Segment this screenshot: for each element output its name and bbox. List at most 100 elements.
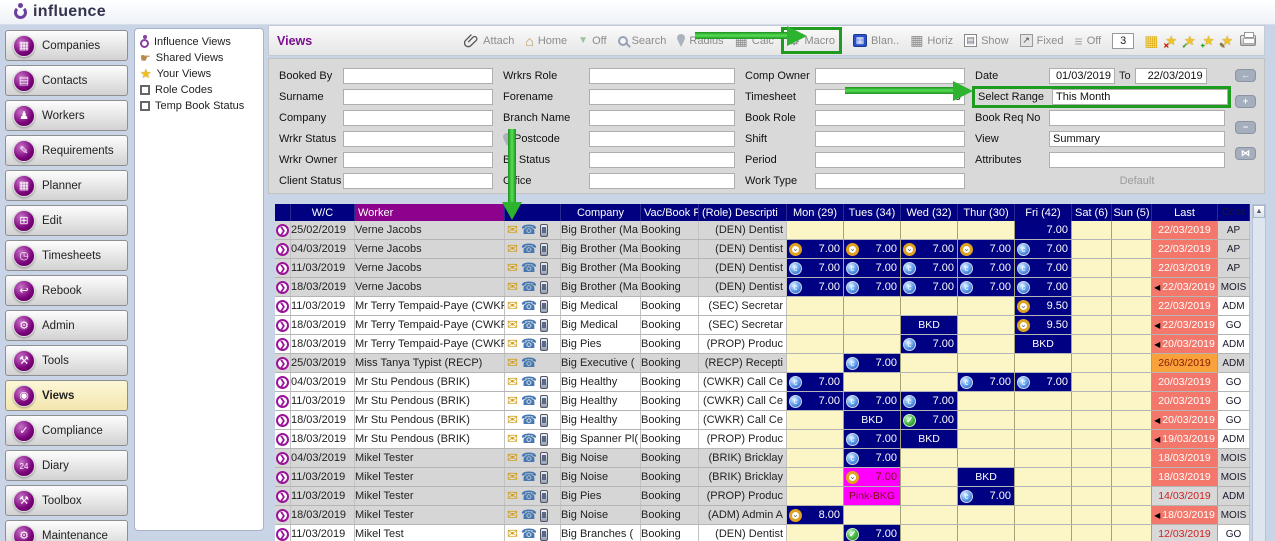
day-cell-tue[interactable]: c 7.00 (844, 354, 901, 372)
day-cell-thu[interactable] (958, 506, 1015, 524)
toolbar-item-home[interactable]: ⌂ Home (525, 33, 567, 49)
day-cell-thu[interactable]: c 7.00 (958, 278, 1015, 296)
table-row[interactable]: ❯ 18/03/2019 Mr Terry Tempaid-Paye (CWKR) ✉… (275, 335, 1250, 354)
star-red-x-icon[interactable]: ★ ✕ (1163, 33, 1177, 50)
day-cell-sat[interactable] (1072, 525, 1112, 541)
mobile-icon[interactable] (540, 432, 549, 446)
back-button[interactable]: ← (1235, 69, 1256, 82)
row-expand-icon[interactable]: ❯ (276, 242, 289, 256)
day-cell-thu[interactable]: ⌄ 7.00 (958, 240, 1015, 258)
table-row[interactable]: ❯ 11/03/2019 Mr Terry Tempaid-Paye (CWKR) ✉… (275, 297, 1250, 316)
row-expand-icon[interactable]: ❯ (276, 508, 289, 522)
table-row[interactable]: ❯ 11/03/2019 Mikel Tester ✉ ☎ Big Pies Booking… (275, 487, 1250, 506)
table-row[interactable]: ❯ 18/03/2019 Mikel Tester ✉ ☎ Big Noise Bookin… (275, 506, 1250, 525)
day-cell-sat[interactable] (1072, 449, 1112, 467)
day-cell-wed[interactable]: BKD (901, 430, 958, 448)
mobile-icon[interactable] (540, 413, 549, 427)
day-cell-sun[interactable] (1112, 373, 1152, 391)
day-cell-fri[interactable]: c 7.00 (1015, 373, 1072, 391)
row-expand-icon[interactable]: ❯ (276, 470, 289, 484)
grid-header-w-c[interactable]: W/C (291, 204, 355, 221)
day-cell-wed[interactable]: BKD (901, 316, 958, 334)
grid-header-worker[interactable]: Worker (355, 204, 505, 221)
day-cell-thu[interactable]: c 7.00 (958, 487, 1015, 505)
envelope-icon[interactable]: ✉ (507, 526, 518, 541)
envelope-icon[interactable]: ✉ (507, 222, 518, 238)
envelope-icon[interactable]: ✉ (507, 469, 518, 485)
day-cell-tue[interactable] (844, 373, 901, 391)
phone-icon[interactable]: ☎ (521, 431, 537, 447)
mobile-icon[interactable] (540, 470, 549, 484)
link-button[interactable]: ⋈ (1235, 147, 1256, 160)
filter-input-comp-owner[interactable] (815, 68, 965, 84)
day-cell-sat[interactable] (1072, 259, 1112, 277)
day-cell-sat[interactable] (1072, 487, 1112, 505)
toolbar-item-calc[interactable]: ▦ Calc (735, 32, 774, 49)
grid-header-last[interactable]: Last (1152, 204, 1218, 221)
views-panel-item-influence-views[interactable]: Influence Views (138, 34, 260, 50)
envelope-icon[interactable]: ✉ (507, 279, 518, 295)
day-cell-tue[interactable]: c 7.00 (844, 278, 901, 296)
day-cell-fri[interactable]: BKD (1015, 335, 1072, 353)
day-cell-wed[interactable] (901, 354, 958, 372)
date-to-input[interactable] (1134, 68, 1207, 84)
day-cell-fri[interactable]: ⌄ 9.50 (1015, 297, 1072, 315)
star-green-check-icon[interactable]: ★ ✓ (1182, 33, 1196, 50)
sidebar-item-toolbox[interactable]: ⚒ Toolbox (5, 485, 128, 516)
row-expand-icon[interactable]: ❯ (276, 413, 289, 427)
phone-icon[interactable]: ☎ (521, 241, 537, 257)
row-expand-icon[interactable]: ❯ (276, 451, 289, 465)
date-from-input[interactable] (1049, 68, 1115, 84)
filter-input-company[interactable] (343, 110, 493, 126)
toolbar-item-attach[interactable]: Attach (464, 33, 514, 48)
filter-input-forename[interactable] (589, 89, 735, 105)
views-panel-item-your-views[interactable]: ★ Your Views (138, 66, 260, 82)
day-cell-wed[interactable]: c 7.00 (901, 392, 958, 410)
toolbar-item-horiz[interactable]: ▦ Horiz (910, 32, 953, 49)
phone-icon[interactable]: ☎ (521, 412, 537, 428)
row-expand-icon[interactable]: ❯ (276, 280, 289, 294)
mobile-icon[interactable] (540, 318, 549, 332)
sidebar-item-workers[interactable]: ♟ Workers (5, 100, 128, 131)
filter-input-bk-status[interactable] (589, 152, 735, 168)
mobile-icon[interactable] (540, 242, 549, 256)
table-row[interactable]: ❯ 18/03/2019 Mr Terry Tempaid-Paye (CWKR) ✉… (275, 316, 1250, 335)
day-cell-mon[interactable]: c 7.00 (787, 373, 844, 391)
envelope-icon[interactable]: ✉ (507, 260, 518, 276)
day-cell-fri[interactable] (1015, 468, 1072, 486)
day-cell-sun[interactable] (1112, 506, 1152, 524)
toolbar-item-show[interactable]: ▤ Show (964, 34, 1009, 47)
day-cell-tue[interactable]: c 7.00 (844, 430, 901, 448)
views-panel-item-temp-book-status[interactable]: Temp Book Status (138, 98, 260, 114)
day-cell-tue[interactable]: ⌄ 7.00 (844, 240, 901, 258)
day-cell-thu[interactable] (958, 335, 1015, 353)
grid-header-fri-42-[interactable]: Fri (42) (1015, 204, 1072, 221)
row-expand-icon[interactable]: ❯ (276, 432, 289, 446)
sidebar-item-requirements[interactable]: ✎ Requirements (5, 135, 128, 166)
day-cell-thu[interactable] (958, 392, 1015, 410)
envelope-icon[interactable]: ✉ (507, 336, 518, 352)
envelope-icon[interactable]: ✉ (507, 355, 518, 371)
day-cell-mon[interactable]: c 7.00 (787, 259, 844, 277)
filter-input-timesheet[interactable] (815, 89, 965, 105)
scroll-up-button[interactable]: ▲ (1253, 205, 1265, 218)
view-input[interactable] (1049, 131, 1225, 147)
mobile-icon[interactable] (540, 489, 549, 503)
grid-header-sat-6-[interactable]: Sat (6) (1072, 204, 1112, 221)
envelope-icon[interactable]: ✉ (507, 431, 518, 447)
day-cell-mon[interactable] (787, 297, 844, 315)
day-cell-sun[interactable] (1112, 259, 1152, 277)
day-cell-sat[interactable] (1072, 297, 1112, 315)
phone-icon[interactable]: ☎ (521, 355, 537, 371)
day-cell-mon[interactable] (787, 468, 844, 486)
filter-input-client-status[interactable] (343, 173, 493, 189)
day-cell-sat[interactable] (1072, 354, 1112, 372)
day-cell-fri[interactable]: c 7.00 (1015, 278, 1072, 296)
day-cell-wed[interactable] (901, 525, 958, 541)
day-cell-sun[interactable] (1112, 297, 1152, 315)
day-cell-mon[interactable] (787, 316, 844, 334)
filter-input-wrkr-owner[interactable] (343, 152, 493, 168)
sidebar-item-maintenance[interactable]: ⚙ Maintenance (5, 520, 128, 541)
row-expand-icon[interactable]: ❯ (276, 375, 289, 389)
book-req-no-input[interactable] (1049, 110, 1225, 126)
